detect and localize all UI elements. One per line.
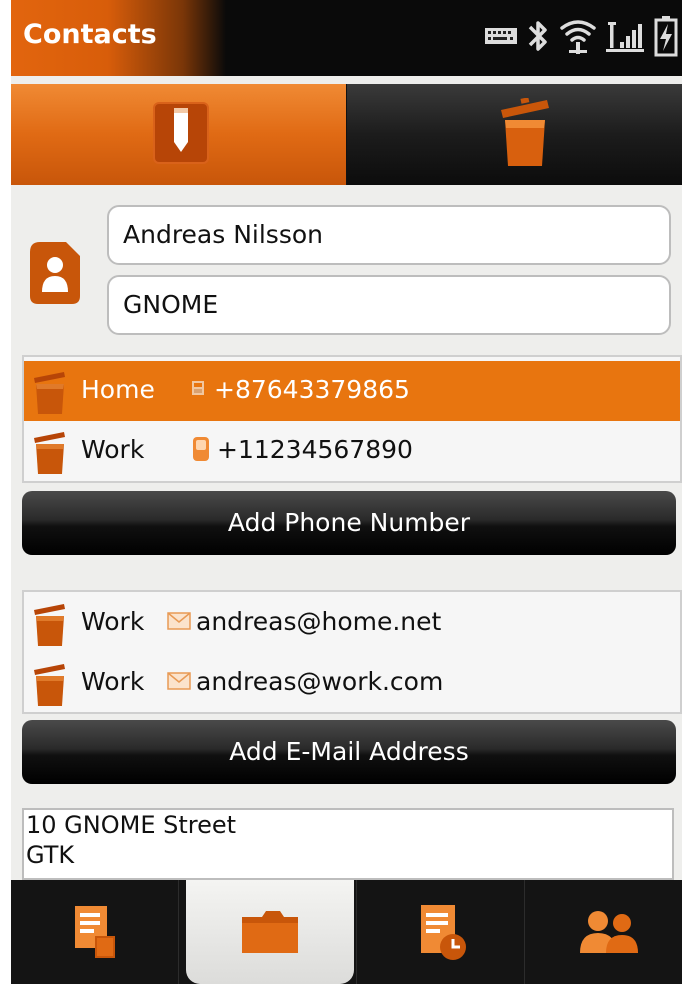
organization-field[interactable]: GNOME: [107, 275, 671, 335]
tab-calendar[interactable]: [357, 880, 524, 984]
edit-icon: [153, 102, 209, 164]
phone-type-label: Home: [81, 375, 155, 404]
phone-number: +87643379865: [214, 375, 410, 404]
add-email-button[interactable]: Add E-Mail Address: [22, 720, 676, 784]
bluetooth-icon: [528, 21, 547, 51]
phone-row-work[interactable]: Work +11234567890: [24, 421, 680, 481]
mobile-icon: [193, 437, 209, 461]
trash-icon: [501, 98, 549, 166]
calendar-list-icon: [420, 905, 466, 960]
trash-icon: [34, 372, 65, 414]
status-bar: Contacts: [11, 0, 682, 76]
notes-icon: [74, 906, 115, 958]
email-row[interactable]: Work andreas@work.com: [24, 653, 680, 713]
people-icon: [579, 911, 638, 953]
email-list: Work andreas@home.net Work andreas@work.…: [22, 590, 682, 714]
app-title-area: Contacts: [11, 0, 226, 76]
tab-notes[interactable]: [11, 880, 178, 984]
tab-folder[interactable]: [186, 880, 354, 984]
trash-icon: [34, 604, 65, 646]
trash-icon: [34, 664, 65, 706]
address-line-2: GTK: [26, 841, 75, 869]
address-field[interactable]: 10 GNOME Street GTK: [22, 808, 674, 880]
add-phone-button[interactable]: Add Phone Number: [22, 491, 676, 555]
email-address: andreas@home.net: [196, 607, 442, 636]
top-toolbar: [11, 84, 682, 185]
address-line-1: 10 GNOME Street: [26, 811, 237, 839]
email-row[interactable]: Work andreas@home.net: [24, 593, 680, 653]
bottom-tab-bar: [11, 880, 682, 984]
phone-number: +11234567890: [217, 435, 413, 464]
email-type-label: Work: [81, 607, 145, 636]
contact-card-icon: [30, 242, 80, 304]
app-window: Contacts Andreas Nilsson GNOME Home +876…: [11, 0, 682, 984]
phone-list: Home +87643379865 Work +11234567890: [22, 355, 682, 483]
app-title: Contacts: [23, 19, 157, 50]
folder-icon: [242, 911, 298, 953]
keyboard-icon: [485, 28, 517, 44]
trash-icon: [34, 432, 65, 474]
wifi-icon: [560, 20, 596, 54]
delete-button[interactable]: [347, 84, 682, 185]
email-type-label: Work: [81, 667, 145, 696]
landline-icon: [192, 381, 204, 395]
email-address: andreas@work.com: [196, 667, 444, 696]
status-icons: [484, 14, 678, 58]
envelope-icon: [167, 672, 191, 690]
envelope-icon: [167, 612, 191, 630]
battery-charging-icon: [654, 16, 678, 57]
signal-icon: [606, 22, 644, 52]
phone-type-label: Work: [81, 435, 145, 464]
name-field[interactable]: Andreas Nilsson: [107, 205, 671, 265]
edit-button[interactable]: [11, 84, 346, 185]
tab-people[interactable]: [525, 880, 682, 984]
phone-row-home[interactable]: Home +87643379865: [24, 361, 680, 421]
tab-separator: [178, 880, 179, 984]
